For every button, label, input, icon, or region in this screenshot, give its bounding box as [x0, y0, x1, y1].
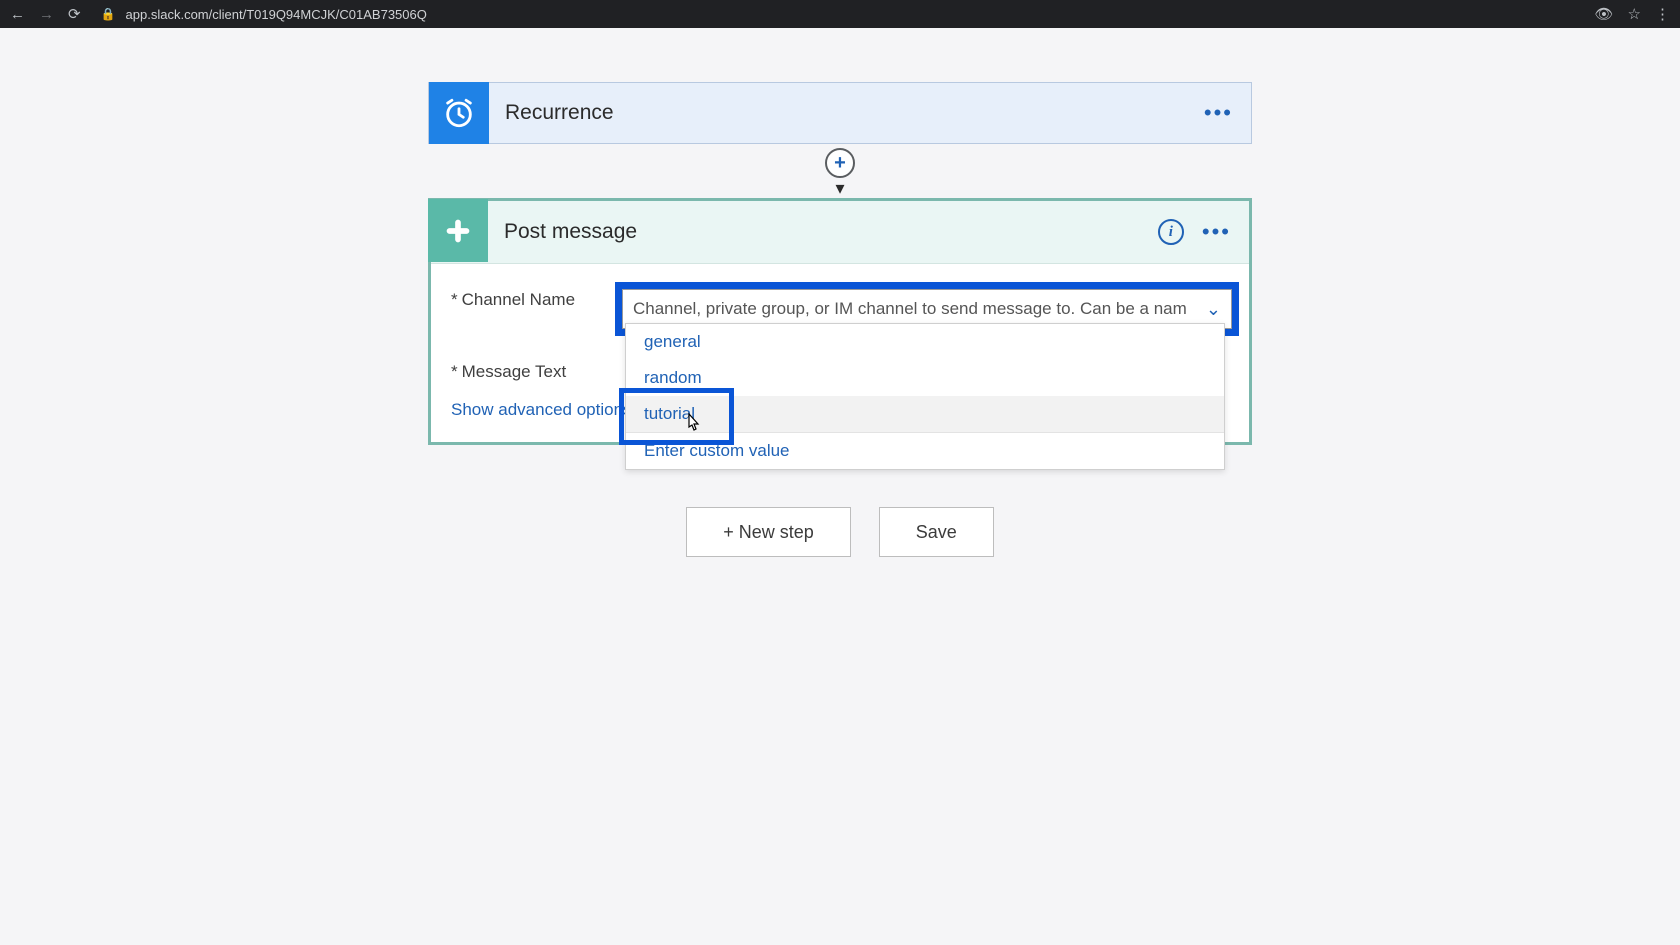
save-button[interactable]: Save [879, 507, 994, 557]
footer-buttons: + New step Save [428, 507, 1252, 557]
star-icon[interactable]: ☆ [1628, 5, 1641, 23]
back-icon[interactable]: ← [10, 6, 25, 23]
channel-dropdown-list: general random tutorial Enter custom val… [625, 323, 1225, 470]
dropdown-option-custom[interactable]: Enter custom value [626, 432, 1224, 469]
browser-toolbar: ← → ⟳ 🔒 app.slack.com/client/T019Q94MCJK… [0, 0, 1680, 28]
action-more-icon[interactable]: ••• [1202, 219, 1231, 245]
action-card: Post message i ••• *Channel Name Channel… [428, 198, 1252, 445]
trigger-more-icon[interactable]: ••• [1204, 100, 1233, 126]
new-step-button[interactable]: + New step [686, 507, 851, 557]
add-step-button[interactable]: + [825, 148, 855, 178]
address-bar[interactable]: 🔒 app.slack.com/client/T019Q94MCJK/C01AB… [101, 7, 427, 22]
dropdown-option-tutorial[interactable]: tutorial [626, 396, 1224, 432]
chevron-down-icon: ⌄ [1196, 299, 1221, 320]
arrow-down-icon: ▾ [835, 178, 844, 199]
action-title: Post message [488, 220, 1158, 244]
page-area: Recurrence ••• + ▾ Post message [0, 28, 1680, 945]
url-text: app.slack.com/client/T019Q94MCJK/C01AB73… [126, 7, 427, 22]
channel-name-label: *Channel Name [451, 282, 611, 310]
message-text-label: *Message Text [451, 354, 611, 382]
menu-icon[interactable]: ⋮ [1655, 5, 1670, 23]
dropdown-option-general[interactable]: general [626, 324, 1224, 360]
clock-icon [429, 82, 489, 144]
incognito-icon[interactable]: 👁 [1595, 5, 1614, 23]
connector: + ▾ [428, 144, 1252, 198]
dropdown-option-random[interactable]: random [626, 360, 1224, 396]
action-header[interactable]: Post message i ••• [431, 201, 1249, 264]
info-icon[interactable]: i [1158, 219, 1184, 245]
forward-icon[interactable]: → [39, 6, 54, 23]
slack-icon [428, 199, 488, 262]
channel-placeholder: Channel, private group, or IM channel to… [633, 299, 1196, 319]
reload-icon[interactable]: ⟳ [68, 5, 81, 23]
plus-icon: + [834, 152, 846, 175]
trigger-title: Recurrence [489, 101, 1204, 125]
lock-icon: 🔒 [101, 7, 116, 21]
trigger-card[interactable]: Recurrence ••• [428, 82, 1252, 144]
